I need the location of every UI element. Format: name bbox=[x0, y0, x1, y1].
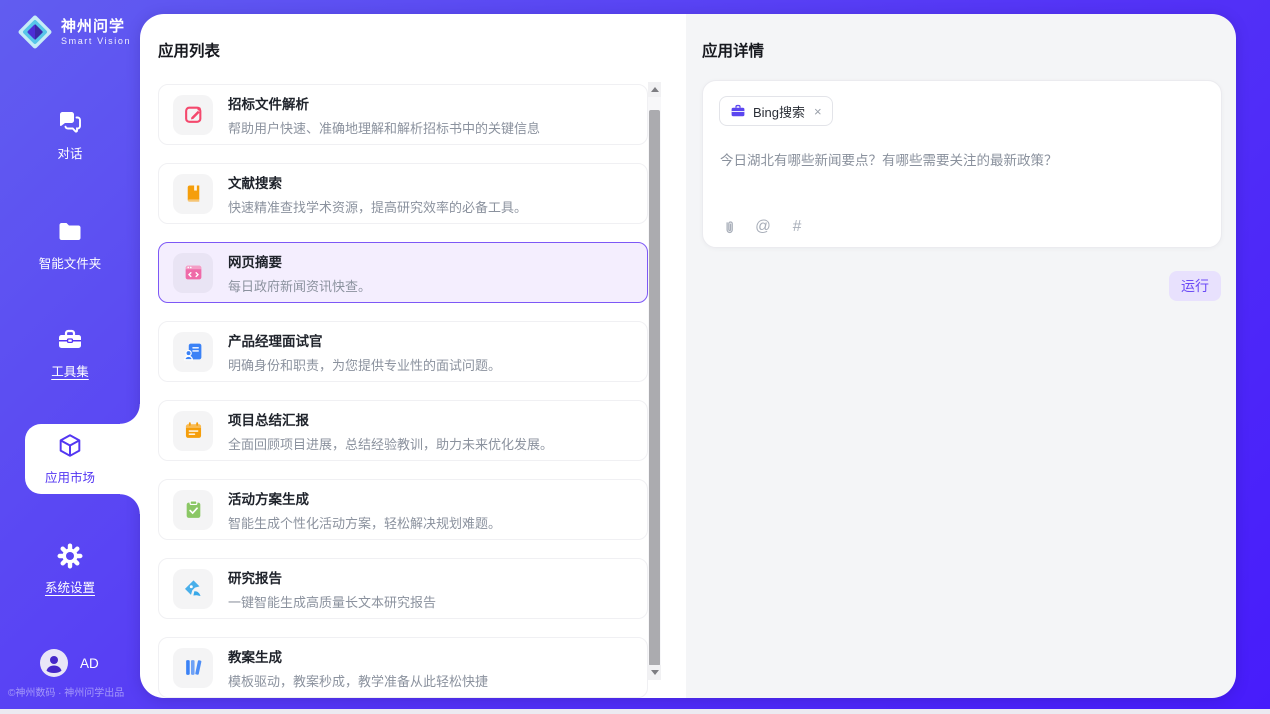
book-icon bbox=[173, 174, 213, 214]
list-item[interactable]: 研究报告一键智能生成高质量长文本研究报告 bbox=[158, 558, 648, 619]
avatar bbox=[40, 649, 68, 677]
app-description: 快速精准查找学术资源，提高研究效率的必备工具。 bbox=[228, 197, 527, 216]
attachment-icon[interactable] bbox=[720, 217, 738, 237]
app-description: 全面回顾项目进展，总结经验教训，助力未来优化发展。 bbox=[228, 434, 553, 453]
app-description: 明确身份和职责，为您提供专业性的面试问题。 bbox=[228, 355, 501, 374]
app-detail-title: 应用详情 bbox=[702, 39, 764, 61]
user-name: AD bbox=[80, 656, 99, 671]
list-item[interactable]: 网页摘要每日政府新闻资讯快查。 bbox=[158, 242, 648, 303]
arrow-up-icon bbox=[651, 87, 659, 92]
list-item-text: 产品经理面试官明确身份和职责，为您提供专业性的面试问题。 bbox=[228, 330, 501, 374]
prompt-card: Bing搜索 × 今日湖北有哪些新闻要点？有哪些需要关注的最新政策？ @# bbox=[702, 80, 1222, 248]
list-item-text: 活动方案生成智能生成个性化活动方案，轻松解决规划难题。 bbox=[228, 488, 501, 532]
scroll-up-button[interactable] bbox=[648, 82, 661, 97]
app-name: 文献搜索 bbox=[228, 172, 527, 192]
sidebar-item-label: 系统设置 bbox=[45, 577, 95, 596]
list-item[interactable]: 文献搜索快速精准查找学术资源，提高研究效率的必备工具。 bbox=[158, 163, 648, 224]
app-description: 一键智能生成高质量长文本研究报告 bbox=[228, 592, 436, 611]
sidebar-item-toolkit[interactable]: 工具集 bbox=[0, 310, 140, 396]
sidebar-nav: 对话智能文件夹工具集应用市场系统设置 bbox=[0, 0, 140, 714]
app-name: 研究报告 bbox=[228, 567, 436, 587]
app-name: 教案生成 bbox=[228, 646, 488, 666]
list-item-text: 教案生成模板驱动，教案秒成，教学准备从此轻松快捷 bbox=[228, 646, 488, 690]
sidebar-item-settings[interactable]: 系统设置 bbox=[0, 526, 140, 612]
app-name: 活动方案生成 bbox=[228, 488, 501, 508]
app-name: 招标文件解析 bbox=[228, 93, 540, 113]
report-icon bbox=[173, 569, 213, 609]
list-item[interactable]: 项目总结汇报全面回顾项目进展，总结经验教训，助力未来优化发展。 bbox=[158, 400, 648, 461]
hash-icon[interactable]: # bbox=[788, 217, 806, 237]
app-list-title: 应用列表 bbox=[158, 39, 220, 61]
app-name: 产品经理面试官 bbox=[228, 330, 501, 350]
briefcase-icon bbox=[730, 103, 746, 119]
tool-tag-label: Bing搜索 bbox=[753, 102, 805, 121]
interview-icon bbox=[173, 332, 213, 372]
app-list: 招标文件解析帮助用户快速、准确地理解和解析招标书中的关键信息文献搜索快速精准查找… bbox=[158, 84, 648, 698]
sidebar-item-app-market[interactable]: 应用市场 bbox=[0, 416, 140, 502]
edit-document-icon bbox=[173, 95, 213, 135]
calendar-icon bbox=[173, 411, 213, 451]
close-icon[interactable]: × bbox=[814, 104, 822, 119]
app-description: 智能生成个性化活动方案，轻松解决规划难题。 bbox=[228, 513, 501, 532]
list-item[interactable]: 活动方案生成智能生成个性化活动方案，轻松解决规划难题。 bbox=[158, 479, 648, 540]
sidebar-item-label: 智能文件夹 bbox=[39, 253, 102, 272]
app-description: 每日政府新闻资讯快查。 bbox=[228, 276, 371, 295]
sidebar-item-label: 应用市场 bbox=[45, 467, 95, 486]
cube-icon bbox=[56, 432, 84, 460]
app-window: 神州问学 Smart Vision 对话智能文件夹工具集应用市场系统设置 AD … bbox=[0, 0, 1270, 714]
app-description: 帮助用户快速、准确地理解和解析招标书中的关键信息 bbox=[228, 118, 540, 137]
clipboard-icon bbox=[173, 490, 213, 530]
sidebar-item-smart-folder[interactable]: 智能文件夹 bbox=[0, 202, 140, 288]
books-icon bbox=[173, 648, 213, 688]
list-item-text: 网页摘要每日政府新闻资讯快查。 bbox=[228, 251, 371, 295]
toolbox-icon bbox=[56, 326, 84, 354]
list-item[interactable]: 产品经理面试官明确身份和职责，为您提供专业性的面试问题。 bbox=[158, 321, 648, 382]
mention-icon[interactable]: @ bbox=[754, 217, 772, 237]
app-name: 项目总结汇报 bbox=[228, 409, 553, 429]
list-item-text: 项目总结汇报全面回顾项目进展，总结经验教训，助力未来优化发展。 bbox=[228, 409, 553, 453]
list-item[interactable]: 教案生成模板驱动，教案秒成，教学准备从此轻松快捷 bbox=[158, 637, 648, 698]
app-name: 网页摘要 bbox=[228, 251, 371, 271]
window-bottom-edge bbox=[0, 709, 1270, 714]
list-item-text: 研究报告一键智能生成高质量长文本研究报告 bbox=[228, 567, 436, 611]
app-description: 模板驱动，教案秒成，教学准备从此轻松快捷 bbox=[228, 671, 488, 690]
chat-icon bbox=[56, 108, 84, 136]
sidebar: 神州问学 Smart Vision 对话智能文件夹工具集应用市场系统设置 AD … bbox=[0, 0, 140, 714]
sidebar-item-chat[interactable]: 对话 bbox=[0, 92, 140, 178]
query-input[interactable]: 今日湖北有哪些新闻要点？有哪些需要关注的最新政策？ bbox=[720, 151, 1205, 171]
sidebar-item-label: 工具集 bbox=[51, 361, 89, 380]
scroll-down-button[interactable] bbox=[648, 665, 661, 680]
gear-icon bbox=[56, 542, 84, 570]
content-card: 应用列表 招标文件解析帮助用户快速、准确地理解和解析招标书中的关键信息文献搜索快… bbox=[140, 14, 1236, 698]
tool-tag-bing-search[interactable]: Bing搜索 × bbox=[719, 96, 833, 126]
app-list-panel: 应用列表 招标文件解析帮助用户快速、准确地理解和解析招标书中的关键信息文献搜索快… bbox=[140, 14, 686, 698]
user-account[interactable]: AD bbox=[40, 649, 99, 677]
scrollbar-thumb[interactable] bbox=[649, 110, 660, 666]
list-item-text: 招标文件解析帮助用户快速、准确地理解和解析招标书中的关键信息 bbox=[228, 93, 540, 137]
folder-icon bbox=[56, 218, 84, 246]
list-item-text: 文献搜索快速精准查找学术资源，提高研究效率的必备工具。 bbox=[228, 172, 527, 216]
sidebar-item-label: 对话 bbox=[57, 143, 82, 162]
copyright-footer: ©神州数码 · 神州问学出品 bbox=[8, 684, 142, 699]
arrow-down-icon bbox=[651, 670, 659, 675]
scrollbar[interactable] bbox=[648, 82, 661, 680]
list-item[interactable]: 招标文件解析帮助用户快速、准确地理解和解析招标书中的关键信息 bbox=[158, 84, 648, 145]
run-button[interactable]: 运行 bbox=[1169, 271, 1221, 301]
composer-toolbar: @# bbox=[720, 217, 806, 237]
browser-icon bbox=[173, 253, 213, 293]
app-detail-panel: 应用详情 Bing搜索 × 今日湖北有哪些新闻要点？有哪些需要关注的最新政策？ … bbox=[686, 14, 1236, 698]
